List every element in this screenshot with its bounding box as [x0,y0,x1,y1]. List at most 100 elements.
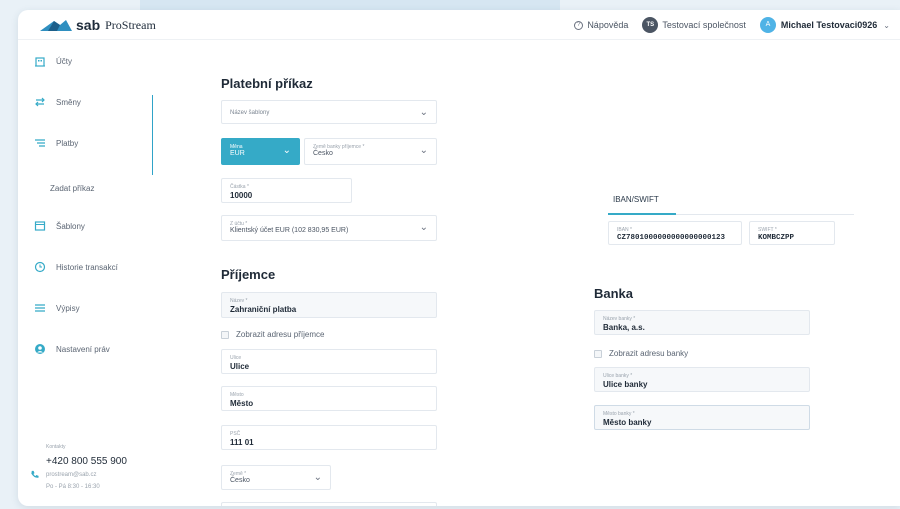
chevron-down-icon[interactable]: ⌄ [883,21,890,30]
contact-label: Kontakty [46,444,66,450]
sidebar-item-label: Účty [56,56,72,66]
building-icon [34,55,46,67]
recipient-city-value: Město [230,399,254,408]
bank-city-input[interactable]: Město banky * Město banky [594,405,810,430]
swift-input[interactable]: SWIFT * KOMBCZPP [749,221,835,245]
sidebar-item-label: Nastavení práv [56,344,110,354]
recipient-name-input[interactable]: Název * Zahraniční platba [221,292,437,318]
contact-block: Kontakty +420 800 555 900 prostream@sab.… [30,444,150,490]
chevron-down-icon: ⌄ [419,222,428,233]
sidebar-item-label: Výpisy [56,303,80,313]
next-field-partial[interactable] [221,502,437,506]
recipient-street-label: Ulice [230,355,242,361]
show-recipient-address-checkbox[interactable]: Zobrazit adresu příjemce [221,330,324,339]
company-name[interactable]: Testovací společnost [662,20,746,30]
amount-value: 10000 [230,191,253,200]
amount-input[interactable]: Částka * 10000 [221,178,352,203]
logo-prostream-text: ProStream [105,17,156,32]
chevron-down-icon: ⌄ [282,145,291,156]
user-avatar[interactable]: A [759,17,776,33]
recipient-zip-value: 111 01 [230,438,254,447]
top-right-menu: ? Nápověda TS Testovací společnost A Mic… [574,17,890,33]
help-link[interactable]: Nápověda [587,20,628,30]
history-icon [34,261,46,273]
bank-name-value: Banka, a.s. [603,323,645,332]
help-icon[interactable]: ? [574,20,584,30]
currency-select[interactable]: Měna EUR ⌄ [221,138,300,165]
checkbox-box[interactable] [221,330,229,339]
show-bank-address-checkbox[interactable]: Zobrazit adresu banky [594,349,688,358]
from-account-select[interactable]: Z účtu * Klientský účet EUR (102 830,95 … [221,215,437,241]
iban-value: CZ7801000000000000000123 [617,234,726,242]
sidebar-item-label: Šablony [56,221,85,231]
recipient-street-input[interactable]: Ulice Ulice [221,349,437,374]
checkbox-box[interactable] [594,349,602,358]
contact-email[interactable]: prostream@sab.cz [46,472,150,478]
recipient-city-label: Město [230,392,244,398]
tab-iban-swift[interactable]: IBAN/SWIFT [613,195,659,204]
logo[interactable]: sab ProStream [40,17,156,33]
sidebar-item-label: Historie transakcí [56,262,118,272]
sidebar-item-exchange[interactable]: Směny [18,91,152,113]
recipient-name-value: Zahraniční platba [230,305,297,314]
bank-name-label: Název banky * [603,316,636,322]
chevron-down-icon: ⌄ [419,145,428,156]
template-placeholder: Název šablony [230,110,270,116]
bank-country-value: Česko [313,150,333,157]
logo-mark-icon [40,20,72,31]
sidebar-item-templates[interactable]: Šablony [18,215,152,237]
bank-street-value: Ulice banky [603,380,648,389]
currency-value: EUR [230,150,245,157]
background-tab [140,0,560,10]
sidebar-item-history[interactable]: Historie transakcí [18,256,152,278]
exchange-icon [34,96,46,108]
recipient-zip-input[interactable]: PSČ 111 01 [221,425,437,450]
tab-active-indicator [608,213,676,215]
template-select[interactable]: Název šablony ⌄ [221,100,437,124]
contact-hours: Po - Pá 8:30 - 16:30 [46,484,100,490]
app-window: sab ProStream ? Nápověda TS Testovací sp… [18,10,900,506]
recipient-zip-label: PSČ [230,431,241,437]
checkbox-label: Zobrazit adresu příjemce [236,330,325,339]
recipient-name-label: Název * [230,298,248,304]
bank-name-input[interactable]: Název banky * Banka, a.s. [594,310,810,335]
recipient-street-value: Ulice [230,362,250,371]
sidebar: Účty Směny Platby Zadat příkaz Šablony H [18,40,152,506]
recipient-title: Příjemce [221,267,276,282]
iban-input[interactable]: IBAN * CZ7801000000000000000123 [608,221,742,245]
sidebar-item-label: Platby [56,138,79,148]
recipient-country-value: Česko [230,477,250,484]
sidebar-subitem-new-order[interactable]: Zadat příkaz [50,184,94,193]
rights-icon [34,343,46,355]
sidebar-item-payments[interactable]: Platby [18,132,152,154]
template-icon [34,220,46,232]
recipient-city-input[interactable]: Město Město [221,386,437,411]
sidebar-item-accounts[interactable]: Účty [18,50,152,72]
top-bar: sab ProStream ? Nápověda TS Testovací sp… [18,10,900,40]
sidebar-active-indicator [152,95,153,175]
company-avatar[interactable]: TS [642,17,659,33]
from-account-value: Klientský účet EUR (102 830,95 EUR) [230,227,349,234]
recipient-country-select[interactable]: Země * Česko ⌄ [221,465,331,490]
bank-title: Banka [594,286,634,301]
list-icon [34,302,46,314]
amount-label: Částka * [230,184,249,190]
sidebar-item-statements[interactable]: Výpisy [18,297,152,319]
swift-value: KOMBCZPP [758,234,795,242]
contact-phone[interactable]: +420 800 555 900 [46,456,150,467]
sidebar-item-label: Směny [56,97,81,107]
chevron-down-icon: ⌄ [313,472,322,483]
swift-label: SWIFT * [758,227,777,233]
bank-city-label: Město banky * [603,411,635,417]
bank-street-input[interactable]: Ulice banky * Ulice banky [594,367,810,392]
phone-icon [30,466,39,484]
iban-label: IBAN * [617,227,633,233]
bank-street-label: Ulice banky * [603,373,633,379]
logo-sab-text: sab [76,17,101,33]
chevron-down-icon: ⌄ [419,107,428,118]
user-name[interactable]: Michael Testovaci0926 [781,20,877,30]
bank-country-select[interactable]: Země banky příjemce * Česko ⌄ [304,138,437,165]
payments-icon [34,137,46,149]
payment-title: Platební příkaz [221,76,313,91]
sidebar-item-rights[interactable]: Nastavení práv [18,338,152,360]
